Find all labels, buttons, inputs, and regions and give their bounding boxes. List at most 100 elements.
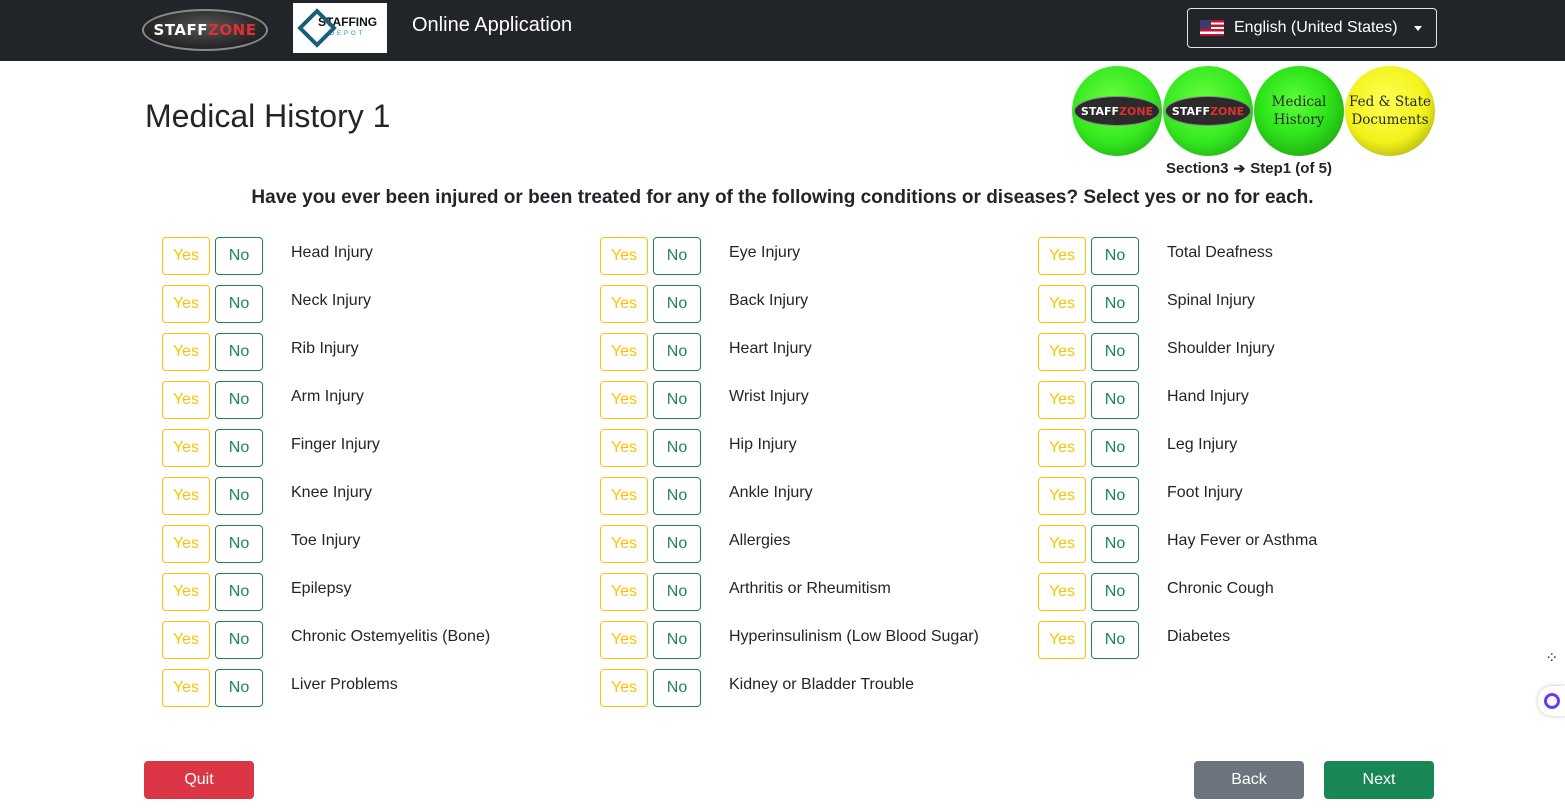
yes-button[interactable]: Yes — [162, 381, 210, 419]
no-button[interactable]: No — [215, 621, 263, 659]
no-button[interactable]: No — [1091, 621, 1139, 659]
progress-step-2: STAFF ZONE — [1163, 66, 1253, 156]
arrow-right-icon: ➔ — [1233, 160, 1246, 176]
yes-button[interactable]: Yes — [600, 429, 648, 467]
yes-button[interactable]: Yes — [600, 333, 648, 371]
yes-button[interactable]: Yes — [162, 573, 210, 611]
condition-row: Yes No Knee Injury — [162, 477, 372, 515]
no-button[interactable]: No — [215, 381, 263, 419]
condition-row: Yes No Back Injury — [600, 285, 808, 323]
condition-row: Yes No Head Injury — [162, 237, 373, 275]
condition-label: Kidney or Bladder Trouble — [729, 675, 914, 693]
yes-button[interactable]: Yes — [600, 477, 648, 515]
condition-row: Yes No Liver Problems — [162, 669, 398, 707]
no-button[interactable]: No — [653, 237, 701, 275]
no-button[interactable]: No — [653, 429, 701, 467]
condition-label: Knee Injury — [291, 483, 372, 501]
side-widget-icon[interactable]: ⁘ — [1545, 648, 1565, 668]
yes-button[interactable]: Yes — [1038, 285, 1086, 323]
no-button[interactable]: No — [653, 477, 701, 515]
condition-row: Yes No Hyperinsulinism (Low Blood Sugar) — [600, 621, 979, 659]
back-button[interactable]: Back — [1194, 761, 1304, 799]
condition-row: Yes No Rib Injury — [162, 333, 359, 371]
no-button[interactable]: No — [1091, 237, 1139, 275]
no-button[interactable]: No — [653, 285, 701, 323]
yes-button[interactable]: Yes — [600, 573, 648, 611]
condition-row: Yes No Heart Injury — [600, 333, 812, 371]
language-select[interactable]: English (United States) — [1187, 8, 1437, 48]
yes-button[interactable]: Yes — [162, 525, 210, 563]
condition-row: Yes No Chronic Cough — [1038, 573, 1274, 611]
yes-button[interactable]: Yes — [1038, 573, 1086, 611]
yes-button[interactable]: Yes — [162, 333, 210, 371]
yes-button[interactable]: Yes — [600, 285, 648, 323]
condition-label: Toe Injury — [291, 531, 361, 549]
language-select-value: English (United States) — [1234, 19, 1398, 36]
condition-label: Diabetes — [1167, 627, 1231, 645]
yes-button[interactable]: Yes — [600, 237, 648, 275]
top-bar: STAFFZONE STAFFING DEPOT Online Applicati… — [0, 0, 1565, 61]
yes-button[interactable]: Yes — [1038, 237, 1086, 275]
no-button[interactable]: No — [215, 573, 263, 611]
condition-label: Head Injury — [291, 243, 373, 261]
condition-label: Epilepsy — [291, 579, 352, 597]
condition-row: Yes No Neck Injury — [162, 285, 371, 323]
no-button[interactable]: No — [215, 285, 263, 323]
yes-button[interactable]: Yes — [162, 477, 210, 515]
yes-button[interactable]: Yes — [1038, 477, 1086, 515]
no-button[interactable]: No — [215, 429, 263, 467]
yes-button[interactable]: Yes — [162, 669, 210, 707]
no-button[interactable]: No — [1091, 429, 1139, 467]
assistant-widget-icon[interactable] — [1538, 686, 1565, 716]
yes-button[interactable]: Yes — [1038, 333, 1086, 371]
yes-button[interactable]: Yes — [1038, 381, 1086, 419]
yes-button[interactable]: Yes — [600, 381, 648, 419]
condition-label: Allergies — [729, 531, 791, 549]
no-button[interactable]: No — [1091, 573, 1139, 611]
yes-button[interactable]: Yes — [162, 429, 210, 467]
condition-row: Yes No Shoulder Injury — [1038, 333, 1275, 371]
no-button[interactable]: No — [653, 573, 701, 611]
no-button[interactable]: No — [215, 669, 263, 707]
yes-button[interactable]: Yes — [1038, 429, 1086, 467]
no-button[interactable]: No — [1091, 333, 1139, 371]
us-flag-icon — [1200, 20, 1224, 36]
yes-button[interactable]: Yes — [600, 525, 648, 563]
no-button[interactable]: No — [215, 477, 263, 515]
condition-label: Ankle Injury — [729, 483, 813, 501]
staffzone-logo[interactable]: STAFFZONE — [142, 9, 268, 51]
no-button[interactable]: No — [215, 525, 263, 563]
no-button[interactable]: No — [653, 669, 701, 707]
no-button[interactable]: No — [1091, 525, 1139, 563]
yes-button[interactable]: Yes — [600, 621, 648, 659]
condition-label: Arm Injury — [291, 387, 364, 405]
question-text: Have you ever been injured or been treat… — [251, 187, 1314, 208]
no-button[interactable]: No — [1091, 477, 1139, 515]
no-button[interactable]: No — [215, 333, 263, 371]
yes-button[interactable]: Yes — [1038, 525, 1086, 563]
no-button[interactable]: No — [215, 237, 263, 275]
yes-button[interactable]: Yes — [162, 237, 210, 275]
condition-label: Foot Injury — [1167, 483, 1243, 501]
no-button[interactable]: No — [653, 621, 701, 659]
staffing-depot-logo[interactable]: STAFFING DEPOT — [293, 3, 387, 53]
condition-label: Hay Fever or Asthma — [1167, 531, 1318, 549]
quit-button[interactable]: Quit — [144, 761, 254, 799]
next-button[interactable]: Next — [1324, 761, 1434, 799]
yes-button[interactable]: Yes — [1038, 621, 1086, 659]
condition-row: Yes No Total Deafness — [1038, 237, 1273, 275]
condition-row: Yes No Kidney or Bladder Trouble — [600, 669, 914, 707]
no-button[interactable]: No — [653, 525, 701, 563]
condition-row: Yes No Arm Injury — [162, 381, 364, 419]
condition-row: Yes No Finger Injury — [162, 429, 380, 467]
no-button[interactable]: No — [1091, 381, 1139, 419]
condition-label: Leg Injury — [1167, 435, 1238, 453]
condition-label: Wrist Injury — [729, 387, 809, 405]
yes-button[interactable]: Yes — [162, 285, 210, 323]
no-button[interactable]: No — [653, 333, 701, 371]
condition-label: Neck Injury — [291, 291, 372, 309]
yes-button[interactable]: Yes — [162, 621, 210, 659]
yes-button[interactable]: Yes — [600, 669, 648, 707]
no-button[interactable]: No — [1091, 285, 1139, 323]
no-button[interactable]: No — [653, 381, 701, 419]
